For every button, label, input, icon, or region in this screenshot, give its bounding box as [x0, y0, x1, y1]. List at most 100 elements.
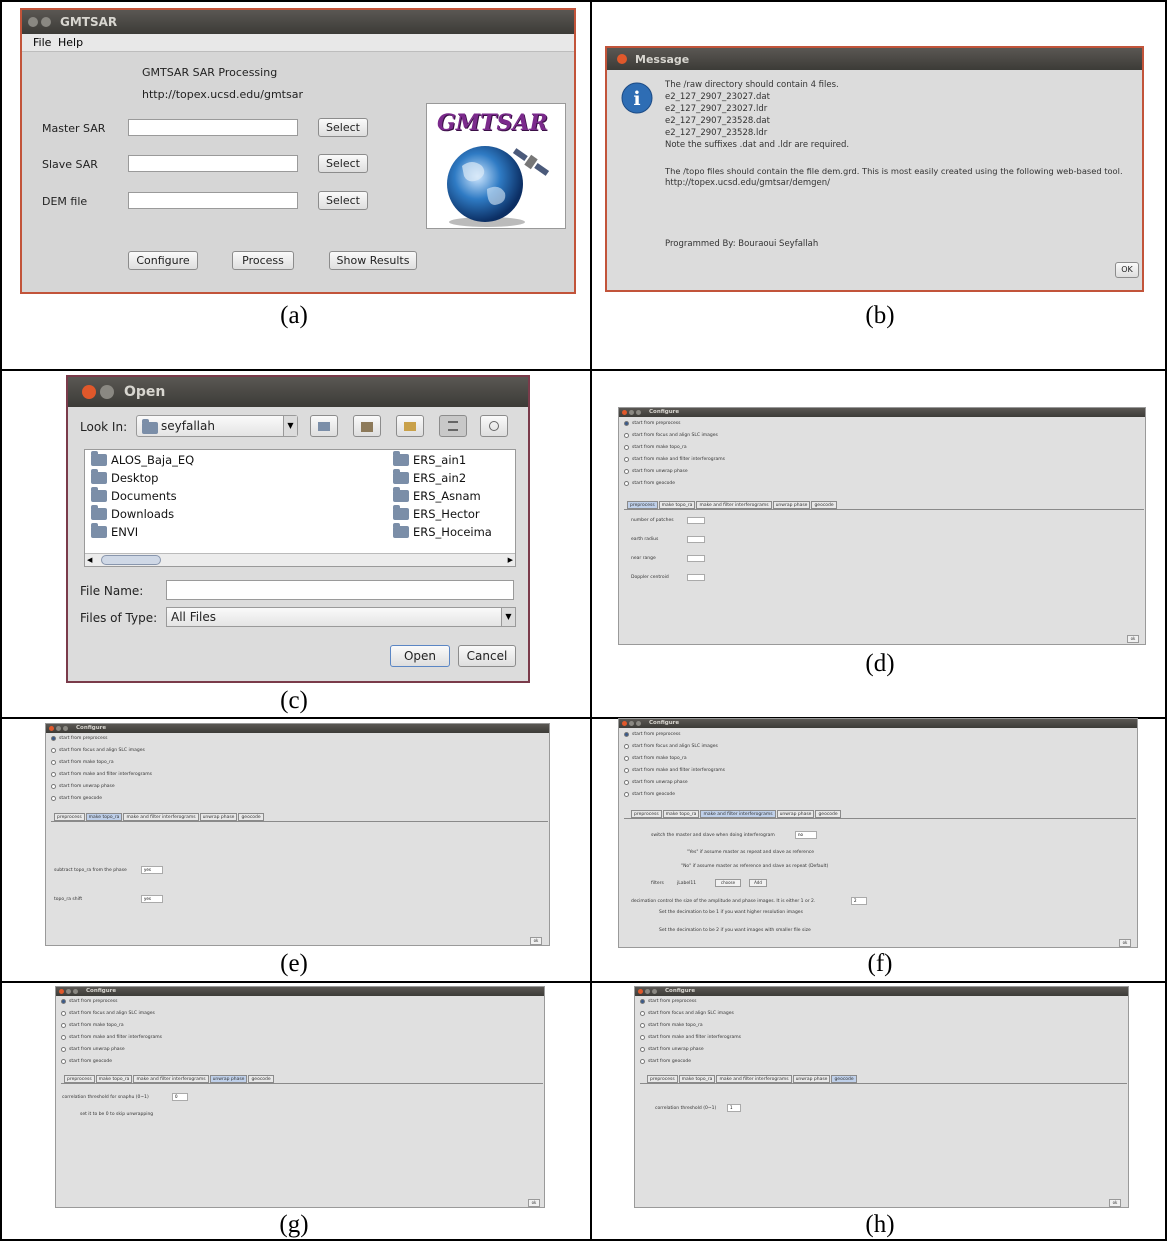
radio-unwrap[interactable]: start from unwrap phase: [624, 469, 688, 474]
maximize-icon[interactable]: [63, 726, 68, 731]
close-icon[interactable]: [49, 726, 54, 731]
radio-focus[interactable]: start from focus and align SLC images: [624, 433, 718, 438]
open-button[interactable]: Open: [390, 645, 450, 667]
list-item[interactable]: ALOS_Baja_EQ: [91, 451, 194, 467]
minimize-icon[interactable]: [56, 726, 61, 731]
snaphu-threshold-field[interactable]: 0: [172, 1093, 188, 1101]
tab-geocode[interactable]: geocode: [831, 1075, 857, 1083]
ok-button[interactable]: ok: [528, 1199, 540, 1207]
radio-preprocess[interactable]: start from preprocess: [624, 732, 680, 737]
radio-preprocess[interactable]: start from preprocess: [640, 999, 696, 1004]
radio-interferograms[interactable]: start from make and filter interferogram…: [624, 457, 725, 462]
radio-preprocess[interactable]: start from preprocess: [624, 421, 680, 426]
minimize-icon[interactable]: [629, 410, 634, 415]
tab-geocode[interactable]: geocode: [248, 1075, 274, 1083]
dem-select-button[interactable]: Select: [318, 191, 368, 210]
radio-topo[interactable]: start from make topo_ra: [624, 756, 687, 761]
details-view-icon[interactable]: [480, 415, 508, 437]
tab-unwrap[interactable]: unwrap phase: [792, 1075, 831, 1083]
tab-make-topo[interactable]: make topo_ra: [662, 810, 700, 818]
master-select-button[interactable]: Select: [318, 118, 368, 137]
look-in-select[interactable]: seyfallah ▼: [136, 415, 298, 437]
radio-preprocess[interactable]: start from preprocess: [51, 736, 107, 741]
menu-help[interactable]: Help: [58, 36, 83, 49]
home-icon[interactable]: [353, 415, 381, 437]
tab-unwrap[interactable]: unwrap phase: [772, 501, 811, 509]
tab-interferograms[interactable]: make and filter interferograms: [700, 810, 776, 818]
list-item[interactable]: Desktop: [91, 469, 158, 485]
number-of-patches-field[interactable]: [687, 517, 705, 524]
maximize-icon[interactable]: [636, 410, 641, 415]
radio-interferograms[interactable]: start from make and filter interferogram…: [51, 772, 152, 777]
close-icon[interactable]: [28, 17, 38, 27]
tab-preprocess[interactable]: preprocess: [64, 1075, 95, 1083]
tab-geocode[interactable]: geocode: [815, 810, 841, 818]
maximize-icon[interactable]: [636, 721, 641, 726]
tab-interferograms[interactable]: make and filter interferograms: [123, 813, 199, 821]
radio-interferograms[interactable]: start from make and filter interferogram…: [61, 1035, 162, 1040]
switch-select[interactable]: no: [795, 831, 817, 839]
radio-topo[interactable]: start from make topo_ra: [624, 445, 687, 450]
close-icon[interactable]: [617, 54, 627, 64]
configure-button[interactable]: Configure: [128, 251, 198, 270]
tab-preprocess[interactable]: preprocess: [54, 813, 85, 821]
slave-select-button[interactable]: Select: [318, 154, 368, 173]
minimize-icon[interactable]: [66, 989, 71, 994]
radio-geocode[interactable]: start from geocode: [61, 1059, 112, 1064]
close-icon[interactable]: [622, 410, 627, 415]
master-sar-field[interactable]: [128, 119, 298, 136]
radio-geocode[interactable]: start from geocode: [640, 1059, 691, 1064]
tab-interferograms[interactable]: make and filter interferograms: [696, 501, 772, 509]
list-item[interactable]: ERS_Hoceima: [393, 523, 492, 539]
doppler-centroid-field[interactable]: [687, 574, 705, 581]
list-item[interactable]: Downloads: [91, 505, 174, 521]
close-icon[interactable]: [82, 385, 96, 399]
minimize-icon[interactable]: [100, 385, 114, 399]
tab-unwrap[interactable]: unwrap phase: [199, 813, 238, 821]
chevron-left-icon[interactable]: ◀: [87, 556, 92, 564]
radio-unwrap[interactable]: start from unwrap phase: [640, 1047, 704, 1052]
list-item[interactable]: ERS_Asnam: [393, 487, 481, 503]
new-folder-icon[interactable]: [396, 415, 424, 437]
tab-geocode[interactable]: geocode: [238, 813, 264, 821]
tab-make-topo[interactable]: make topo_ra: [85, 813, 123, 821]
list-item[interactable]: ERS_ain1: [393, 451, 466, 467]
radio-focus[interactable]: start from focus and align SLC images: [51, 748, 145, 753]
chevron-down-icon[interactable]: ▼: [501, 608, 515, 626]
radio-geocode[interactable]: start from geocode: [624, 481, 675, 486]
correlation-threshold-field[interactable]: 1: [727, 1104, 741, 1112]
dem-file-field[interactable]: [128, 192, 298, 209]
topo-shift-select[interactable]: yes: [141, 895, 163, 903]
up-folder-icon[interactable]: [310, 415, 338, 437]
minimize-icon[interactable]: [629, 721, 634, 726]
radio-interferograms[interactable]: start from make and filter interferogram…: [624, 768, 725, 773]
radio-interferograms[interactable]: start from make and filter interferogram…: [640, 1035, 741, 1040]
radio-focus[interactable]: start from focus and align SLC images: [640, 1011, 734, 1016]
tab-interferograms[interactable]: make and filter interferograms: [716, 1075, 792, 1083]
close-icon[interactable]: [622, 721, 627, 726]
subtract-topo-select[interactable]: yes: [141, 866, 163, 874]
scrollbar-thumb[interactable]: [101, 555, 161, 565]
cancel-button[interactable]: Cancel: [458, 645, 516, 667]
minimize-icon[interactable]: [41, 17, 51, 27]
maximize-icon[interactable]: [73, 989, 78, 994]
tab-make-topo[interactable]: make topo_ra: [658, 501, 696, 509]
process-button[interactable]: Process: [232, 251, 294, 270]
ok-button[interactable]: ok: [1109, 1199, 1121, 1207]
radio-unwrap[interactable]: start from unwrap phase: [61, 1047, 125, 1052]
radio-focus[interactable]: start from focus and align SLC images: [61, 1011, 155, 1016]
radio-topo[interactable]: start from make topo_ra: [61, 1023, 124, 1028]
list-item[interactable]: ENVI: [91, 523, 138, 539]
tab-interferograms[interactable]: make and filter interferograms: [133, 1075, 209, 1083]
tab-unwrap[interactable]: unwrap phase: [776, 810, 815, 818]
ok-button[interactable]: ok: [1127, 635, 1139, 643]
minimize-icon[interactable]: [645, 989, 650, 994]
radio-geocode[interactable]: start from geocode: [624, 792, 675, 797]
decimation-select[interactable]: 2: [851, 897, 867, 905]
list-view-icon[interactable]: [439, 415, 467, 437]
earth-radius-field[interactable]: [687, 536, 705, 543]
radio-focus[interactable]: start from focus and align SLC images: [624, 744, 718, 749]
add-button[interactable]: Add: [749, 879, 767, 887]
horizontal-scrollbar[interactable]: ◀ ▶: [85, 553, 515, 566]
radio-unwrap[interactable]: start from unwrap phase: [51, 784, 115, 789]
